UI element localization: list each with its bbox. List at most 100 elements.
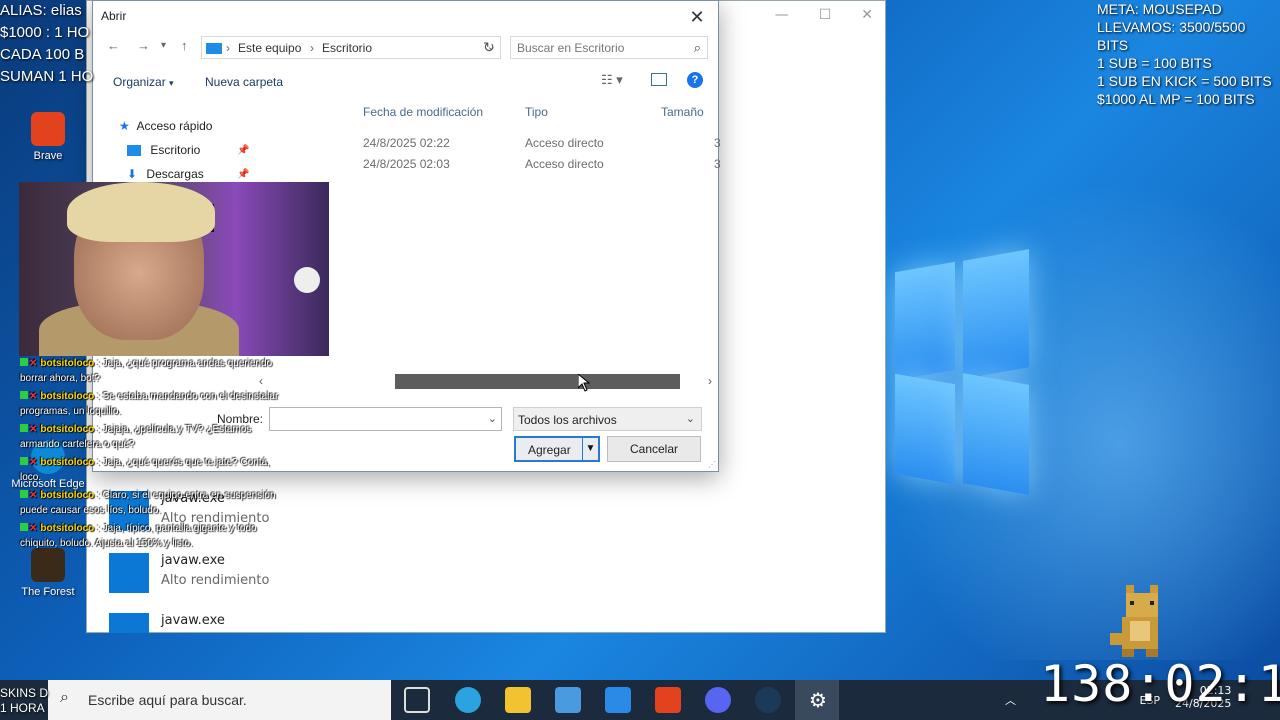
app-name: javaw.exe	[161, 553, 225, 568]
windows-logo	[895, 249, 1030, 495]
chat-message: ✕ botsitoloco : Claro, si el equipo entra…	[20, 488, 280, 518]
taskbar-search-placeholder: Escribe aquí para buscar.	[88, 692, 247, 708]
list-item[interactable]: javaw.exe	[109, 613, 409, 655]
address-bar[interactable]: › Este equipo › Escritorio ⌄	[201, 36, 501, 59]
organize-label: Organizar	[113, 75, 166, 89]
x-badge-icon: ✕	[29, 391, 38, 402]
list-item[interactable]: javaw.exe Alto rendimiento	[109, 553, 409, 595]
up-icon[interactable]: ↑	[181, 38, 188, 53]
preview-pane-icon[interactable]	[651, 73, 667, 86]
chat-username: botsitoloco	[40, 391, 95, 402]
app-power-mode: Alto rendimiento	[161, 573, 270, 588]
navigation-bar: ← → ▾ ↑ › Este equipo › Escritorio ⌄ ↻ B…	[93, 35, 718, 61]
close-icon[interactable]: ✕	[682, 5, 712, 29]
mouse-cursor-icon	[578, 374, 590, 392]
brave-icon[interactable]	[655, 687, 681, 713]
column-type[interactable]: Tipo	[525, 105, 548, 119]
overlay-line: $1000 : 1 HO	[0, 24, 90, 41]
nav-label: Acceso rápido	[136, 119, 213, 133]
mail-icon[interactable]	[605, 687, 631, 713]
check-badge-icon	[20, 424, 28, 432]
forward-icon[interactable]: →	[137, 38, 150, 53]
nav-label: Descargas	[146, 167, 204, 181]
breadcrumb-escritorio[interactable]: Escritorio	[322, 41, 372, 55]
add-button-label: Agregar	[528, 443, 571, 457]
chevron-up-icon[interactable]: ︿	[1005, 694, 1016, 707]
nav-item-escritorio[interactable]: Escritorio	[127, 143, 200, 161]
check-badge-icon	[20, 358, 28, 366]
maximize-icon[interactable]: ☐	[819, 7, 832, 23]
minimize-icon[interactable]: —	[775, 7, 789, 23]
dialog-title: Abrir	[101, 9, 127, 23]
logo-pane	[895, 261, 955, 381]
app-name: javaw.exe	[161, 613, 225, 628]
horizontal-scrollbar[interactable]: ‹ ›	[251, 373, 716, 390]
chat-username: botsitoloco	[40, 457, 95, 468]
file-type-selected: Todos los archivos	[518, 413, 617, 427]
new-folder-button[interactable]: Nueva carpeta	[205, 75, 283, 89]
refresh-icon[interactable]: ↻	[483, 39, 495, 56]
desktop-folder-icon	[127, 145, 141, 157]
task-view-icon[interactable]	[404, 687, 430, 713]
resize-grip-icon[interactable]: ⋰	[708, 460, 716, 469]
file-modified: 24/8/2025 02:03	[363, 157, 450, 171]
breadcrumb-este-equipo[interactable]: Este equipo	[238, 41, 301, 55]
pin-icon: 📌	[237, 169, 250, 180]
organize-button[interactable]: Organizar ▾	[113, 75, 174, 89]
taskbar-search-input[interactable]: ⌕ Escribe aquí para buscar.	[48, 680, 391, 720]
discord-icon[interactable]	[705, 687, 731, 713]
desktop-icon-brave[interactable]: Brave	[8, 112, 88, 162]
back-icon[interactable]: ←	[107, 38, 120, 53]
nav-item-quick-access[interactable]: ★ Acceso rápido	[119, 119, 212, 137]
chevron-down-icon[interactable]: ⌄	[488, 412, 497, 425]
chat-message: ✕ botsitoloco : Se estaba mandando con el…	[20, 389, 280, 419]
edge-icon[interactable]	[455, 687, 481, 713]
search-icon: ⌕	[693, 40, 701, 55]
chat-username: botsitoloco	[40, 424, 95, 435]
chevron-right-icon[interactable]: ›	[226, 41, 230, 55]
overlay-line: SUMAN 1 HO	[0, 68, 94, 85]
desktop-icon-the-forest[interactable]: The Forest	[8, 548, 88, 598]
file-modified: 24/8/2025 02:22	[363, 136, 450, 150]
desktop-icon-label: The Forest	[21, 586, 75, 598]
search-placeholder: Buscar en Escritorio	[517, 41, 625, 55]
file-size: 3	[714, 136, 721, 150]
file-explorer-icon[interactable]	[505, 687, 531, 713]
settings-gear-icon[interactable]: ⚙	[805, 687, 831, 713]
search-input[interactable]: Buscar en Escritorio ⌕	[510, 36, 708, 59]
add-button[interactable]: Agregar ▼	[514, 436, 600, 462]
recent-locations-icon[interactable]: ▾	[161, 40, 166, 51]
chevron-right-icon[interactable]: ›	[310, 41, 314, 55]
app-icon	[109, 553, 149, 593]
brave-icon	[31, 112, 65, 146]
overlay-line: $1000 AL MP = 100 BITS	[1097, 91, 1255, 107]
split-dropdown-icon[interactable]: ▼	[582, 438, 598, 460]
this-pc-icon	[206, 43, 222, 54]
check-badge-icon	[20, 391, 28, 399]
chat-message: ✕ botsitoloco : Jaja, típico, pantalla gi…	[20, 521, 280, 551]
chat-message: ✕ botsitoloco : Jajaja, ¿película y TV? ¿…	[20, 422, 280, 452]
column-modified[interactable]: Fecha de modificación	[363, 105, 483, 119]
view-options-icon[interactable]: ☷ ▾	[601, 72, 623, 88]
panda-plush	[294, 267, 320, 293]
pin-icon: 📌	[237, 145, 250, 156]
window-controls: — ☐ ✕	[775, 7, 873, 23]
help-icon[interactable]: ?	[687, 72, 703, 88]
scrollbar-thumb[interactable]	[395, 374, 680, 389]
store-icon[interactable]	[555, 687, 581, 713]
close-icon[interactable]: ✕	[861, 7, 873, 23]
logo-pane	[963, 373, 1029, 495]
filename-input[interactable]: ⌄	[269, 407, 502, 431]
overlay-line: 1 SUB = 100 BITS	[1097, 55, 1212, 71]
cancel-button[interactable]: Cancelar	[607, 436, 701, 462]
steam-icon[interactable]	[755, 687, 781, 713]
check-badge-icon	[20, 490, 28, 498]
pixel-cat-icon	[1110, 585, 1158, 657]
stream-timer: 138:02:14	[1040, 655, 1280, 713]
scroll-right-icon[interactable]: ›	[708, 374, 712, 388]
file-type-select[interactable]: Todos los archivos ⌄	[513, 407, 702, 431]
x-badge-icon: ✕	[29, 457, 38, 468]
column-size[interactable]: Tamaño	[661, 105, 704, 119]
search-icon: ⌕	[60, 689, 69, 706]
download-arrow-icon: ⬇	[127, 167, 138, 181]
